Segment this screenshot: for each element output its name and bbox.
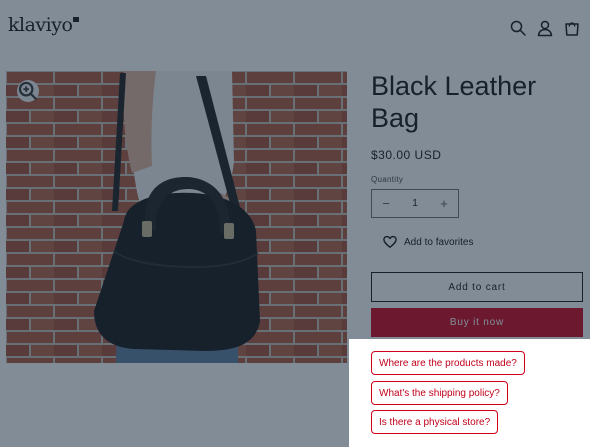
cart-icon[interactable] xyxy=(563,19,581,37)
site-header: klaviyo xyxy=(0,0,590,58)
search-icon[interactable] xyxy=(509,19,527,37)
site-logo[interactable]: klaviyo xyxy=(8,14,80,36)
product-title: Black Leather Bag xyxy=(371,71,537,133)
logo-text: klaviyo xyxy=(8,14,73,36)
suggestion-chip[interactable]: Where are the products made? xyxy=(371,351,525,375)
suggestion-chip[interactable]: What's the shipping policy? xyxy=(371,381,508,405)
quantity-increase-button[interactable]: + xyxy=(430,196,458,211)
add-to-cart-button[interactable]: Add to cart xyxy=(371,272,583,302)
logo-flag-icon xyxy=(73,17,80,22)
heart-icon xyxy=(383,235,397,248)
account-icon[interactable] xyxy=(536,19,554,37)
favorites-label: Add to favorites xyxy=(404,236,474,248)
product-image[interactable] xyxy=(6,71,347,363)
quantity-decrease-button[interactable]: − xyxy=(372,196,400,211)
quantity-stepper: − 1 + xyxy=(371,189,459,218)
product-price: $30.00 USD xyxy=(371,148,442,162)
buy-now-button[interactable]: Buy it now xyxy=(371,308,583,337)
suggestion-chip[interactable]: Is there a physical store? xyxy=(371,410,499,434)
chat-suggestions-panel: Where are the products made? What's the … xyxy=(349,339,590,447)
zoom-icon[interactable] xyxy=(17,80,39,102)
quantity-input[interactable]: 1 xyxy=(412,198,418,209)
quantity-label: Quantity xyxy=(371,175,404,184)
add-to-favorites-button[interactable]: Add to favorites xyxy=(383,235,473,249)
product-info: Black Leather Bag $30.00 USD Quantity − … xyxy=(371,70,584,337)
product-photo xyxy=(6,71,347,363)
